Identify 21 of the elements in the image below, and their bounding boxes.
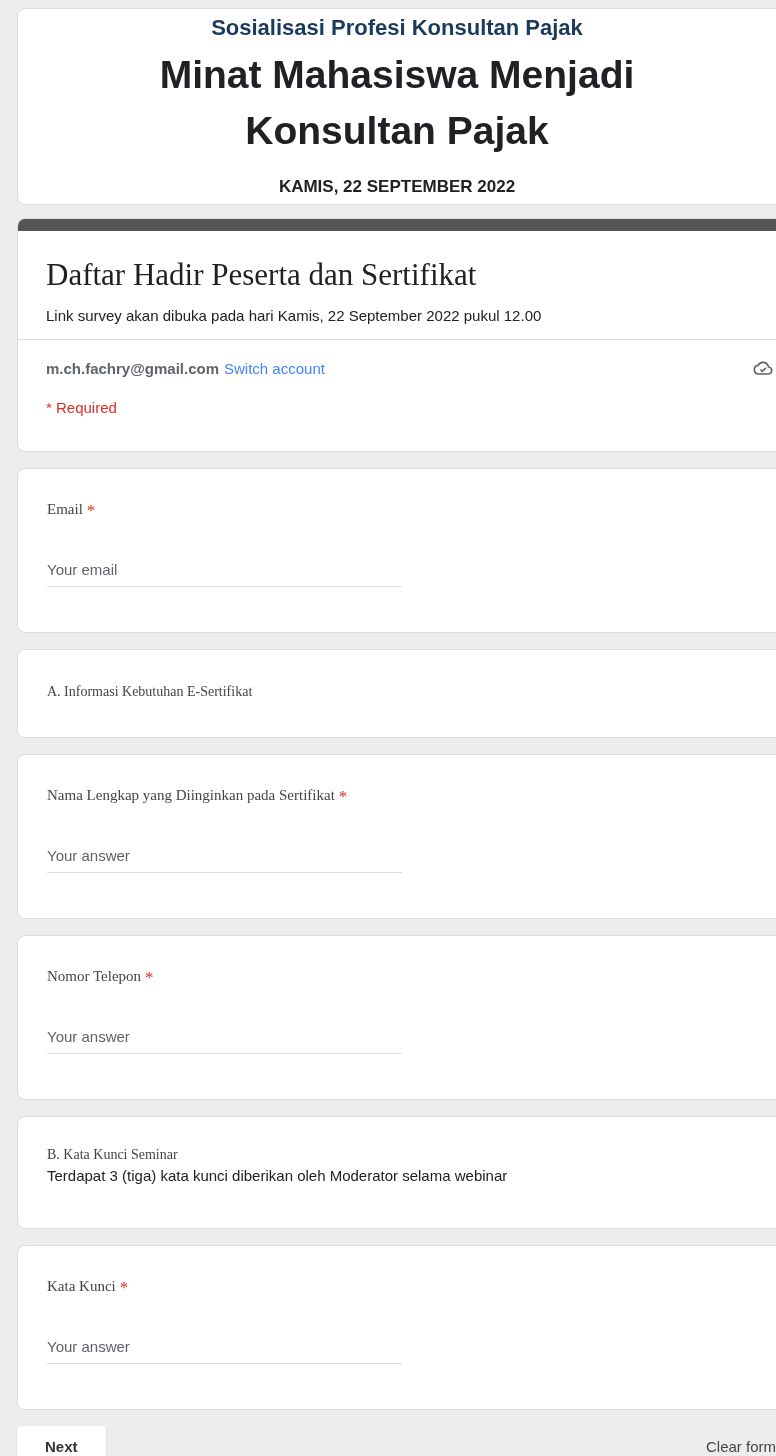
form-title: Daftar Hadir Peserta dan Sertifikat (46, 257, 478, 293)
section-title: B. Kata Kunci Seminar (47, 1147, 179, 1163)
section-title: A. Informasi Kebutuhan E-Sertifikat (47, 684, 254, 700)
switch-account-link[interactable]: Switch account (224, 359, 325, 377)
account-email: m.ch.fachry@gmail.com (46, 359, 219, 377)
next-button[interactable]: Next (17, 1426, 106, 1456)
required-asterisk: * (86, 501, 96, 521)
question-title: Nama Lengkap yang Diinginkan pada Sertifikat (47, 787, 335, 805)
question-title: Kata Kunci (47, 1278, 116, 1296)
required-note: * Required (46, 399, 118, 416)
clear-form-button[interactable]: Clear form (706, 1426, 776, 1456)
event-date: KAMIS, 22 SEPTEMBER 2022 (277, 177, 517, 197)
section-description: Terdapat 3 (tiga) kata kunci diberikan oleh Moderator selama webinar (47, 1167, 509, 1184)
question-title: Nomor Telepon (47, 968, 142, 986)
required-asterisk: * (145, 968, 154, 988)
event-subtitle: Sosialisasi Profesi Konsultan Pajak (210, 14, 584, 42)
event-title: Minat Mahasiswa Menjadi Konsultan Pajak (158, 52, 636, 154)
form-description: Link survey akan dibuka pada hari Kamis, 22 September 2022 pukul 12.00 (46, 307, 543, 324)
required-asterisk: * (119, 1278, 129, 1298)
required-asterisk: * (338, 787, 348, 807)
question-title: Email (47, 501, 83, 519)
